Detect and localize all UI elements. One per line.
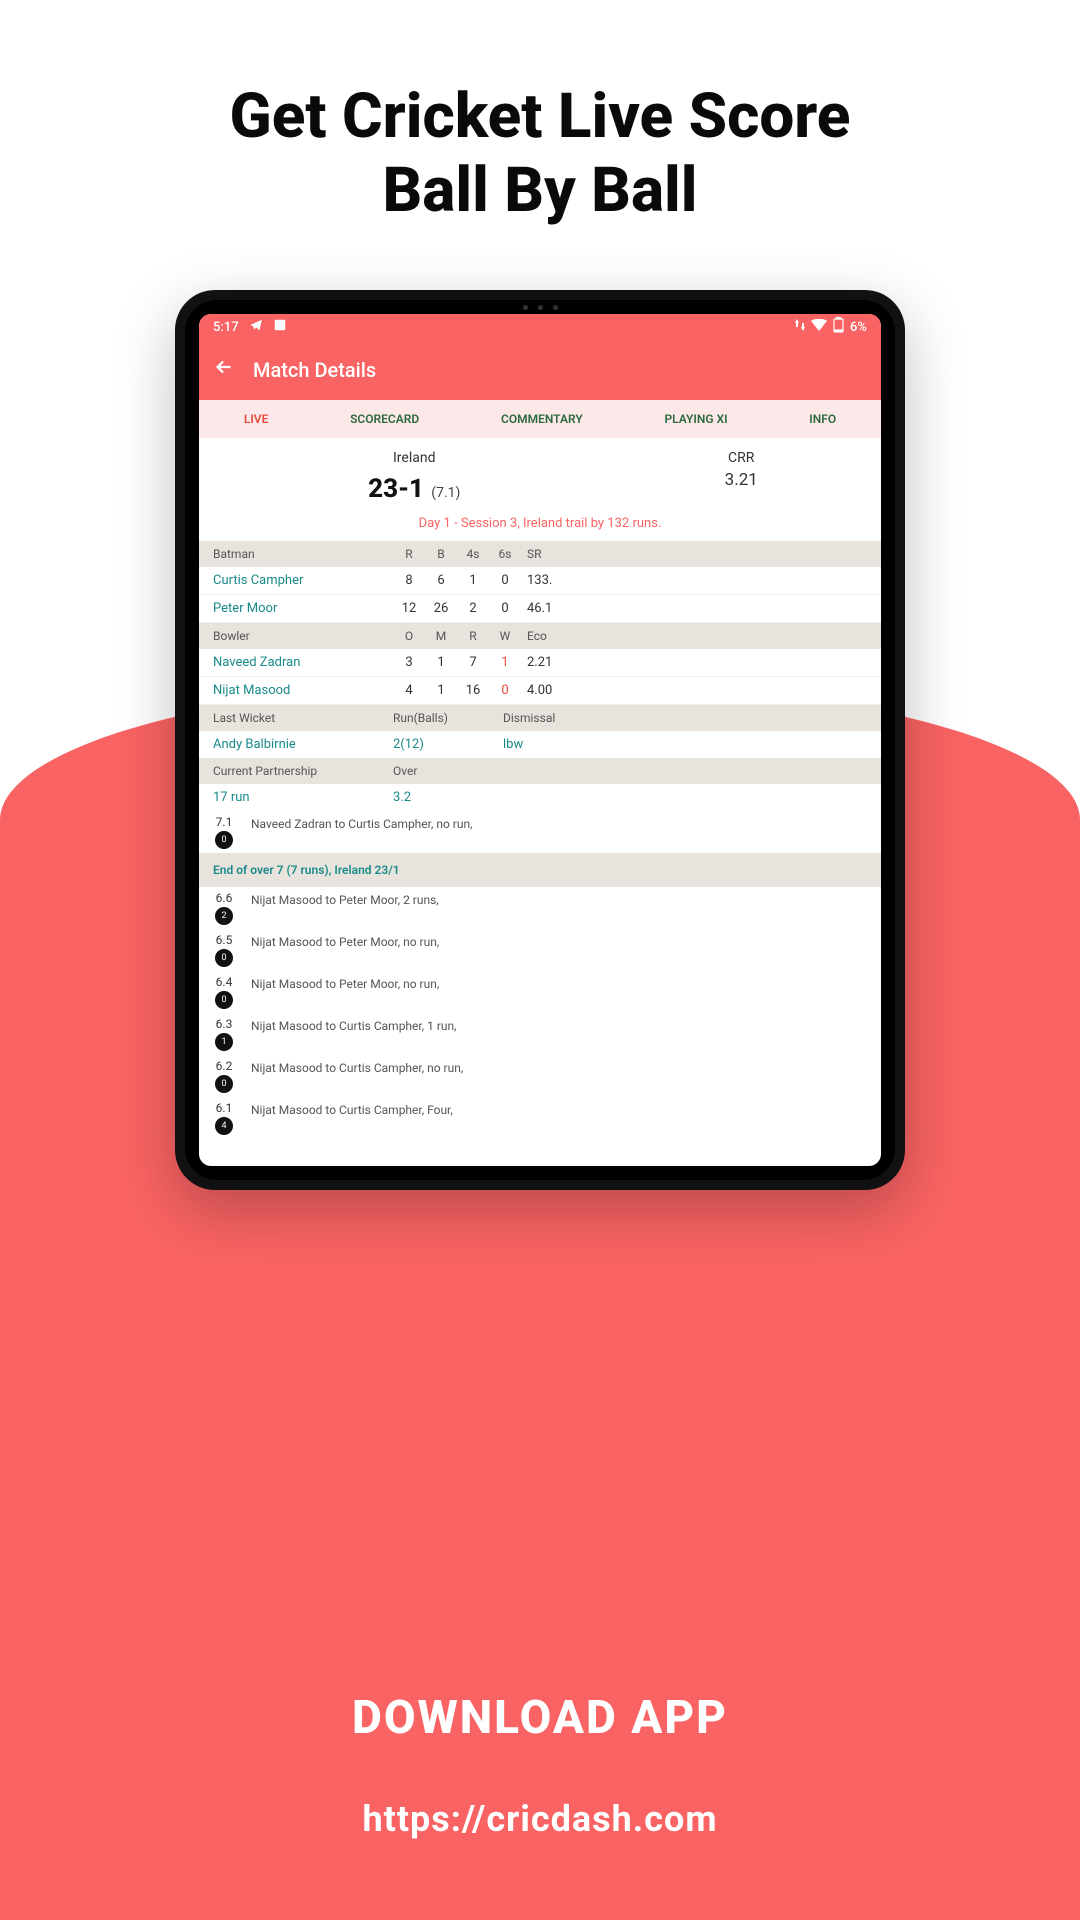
- ball-text: Naveed Zadran to Curtis Campher, no run,: [251, 815, 871, 831]
- download-cta: DOWNLOAD APP: [0, 1691, 1080, 1745]
- match-status: Day 1 - Session 3, Ireland trail by 132 …: [199, 510, 881, 541]
- crr-value: 3.21: [615, 470, 867, 490]
- partnership-row: 17 run 3.2: [199, 784, 881, 811]
- app-header: Match Details: [199, 340, 881, 400]
- ball-badge: 0: [215, 831, 233, 849]
- batsman-row[interactable]: Peter Moor 12 26 2 0 46.1: [199, 595, 881, 623]
- tab-commentary[interactable]: COMMENTARY: [501, 412, 583, 426]
- team-name: Ireland: [213, 450, 615, 466]
- ball-over: 7.1: [216, 815, 233, 829]
- batsman-row[interactable]: Curtis Campher 8 6 1 0 133.: [199, 567, 881, 595]
- last-wicket-header: Last Wicket Run(Balls) Dismissal: [199, 705, 881, 731]
- last-wicket-name: Andy Balbirnie: [213, 737, 393, 752]
- battery-icon: [833, 317, 844, 337]
- tablet-frame: 5:17: [175, 290, 905, 1190]
- score-runs-wickets: 23-1: [368, 474, 424, 504]
- bowler-row[interactable]: Nijat Masood 4 1 16 0 4.00: [199, 677, 881, 705]
- ball-item: 6.5 0 Nijat Masood to Peter Moor, no run…: [199, 929, 881, 971]
- batsman-name: Peter Moor: [213, 601, 393, 616]
- tab-live[interactable]: LIVE: [244, 412, 269, 426]
- status-time: 5:17: [213, 320, 239, 335]
- back-arrow-icon[interactable]: [213, 356, 235, 384]
- promo-title: Get Cricket Live Score Ball By Ball: [0, 0, 1080, 249]
- over-end-summary: End of over 7 (7 runs), Ireland 23/1: [199, 853, 881, 887]
- ball-item: 7.1 0 Naveed Zadran to Curtis Campher, n…: [199, 811, 881, 853]
- score-overs: (7.1): [431, 485, 460, 501]
- partnership-header: Current Partnership Over: [199, 758, 881, 784]
- ball-item: 6.3 1 Nijat Masood to Curtis Campher, 1 …: [199, 1013, 881, 1055]
- battery-percent: 6%: [850, 320, 867, 335]
- tab-info[interactable]: INFO: [809, 412, 836, 426]
- image-icon: [273, 318, 287, 336]
- commentary-list[interactable]: 7.1 0 Naveed Zadran to Curtis Campher, n…: [199, 811, 881, 1166]
- tab-playing-xi[interactable]: PLAYING XI: [664, 412, 727, 426]
- status-bar: 5:17: [199, 314, 881, 340]
- telegram-icon: [249, 318, 263, 336]
- tabs-bar: LIVE SCORECARD COMMENTARY PLAYING XI INF…: [199, 400, 881, 438]
- ball-item: 6.2 0 Nijat Masood to Curtis Campher, no…: [199, 1055, 881, 1097]
- app-screen: 5:17: [199, 314, 881, 1166]
- tab-scorecard[interactable]: SCORECARD: [350, 412, 419, 426]
- ball-item: 6.4 0 Nijat Masood to Peter Moor, no run…: [199, 971, 881, 1013]
- wifi-icon: [811, 319, 827, 335]
- batsman-name: Curtis Campher: [213, 573, 393, 588]
- ball-item: 6.1 4 Nijat Masood to Curtis Campher, Fo…: [199, 1097, 881, 1139]
- camera-bar: [495, 303, 585, 311]
- website-link[interactable]: https://cricdash.com: [0, 1798, 1080, 1840]
- crr-label: CRR: [615, 450, 867, 466]
- last-wicket-row[interactable]: Andy Balbirnie 2(12) lbw: [199, 731, 881, 758]
- bowler-name: Naveed Zadran: [213, 655, 393, 670]
- batsmen-header: Batman R B 4s 6s SR: [199, 541, 881, 567]
- ball-item: 6.6 2 Nijat Masood to Peter Moor, 2 runs…: [199, 887, 881, 929]
- bowler-row[interactable]: Naveed Zadran 3 1 7 1 2.21: [199, 649, 881, 677]
- bowlers-header: Bowler O M R W Eco: [199, 623, 881, 649]
- data-icon: [795, 319, 805, 335]
- score-summary: Ireland 23-1 (7.1) CRR 3.21: [199, 438, 881, 510]
- bowler-name: Nijat Masood: [213, 683, 393, 698]
- page-title: Match Details: [253, 358, 376, 382]
